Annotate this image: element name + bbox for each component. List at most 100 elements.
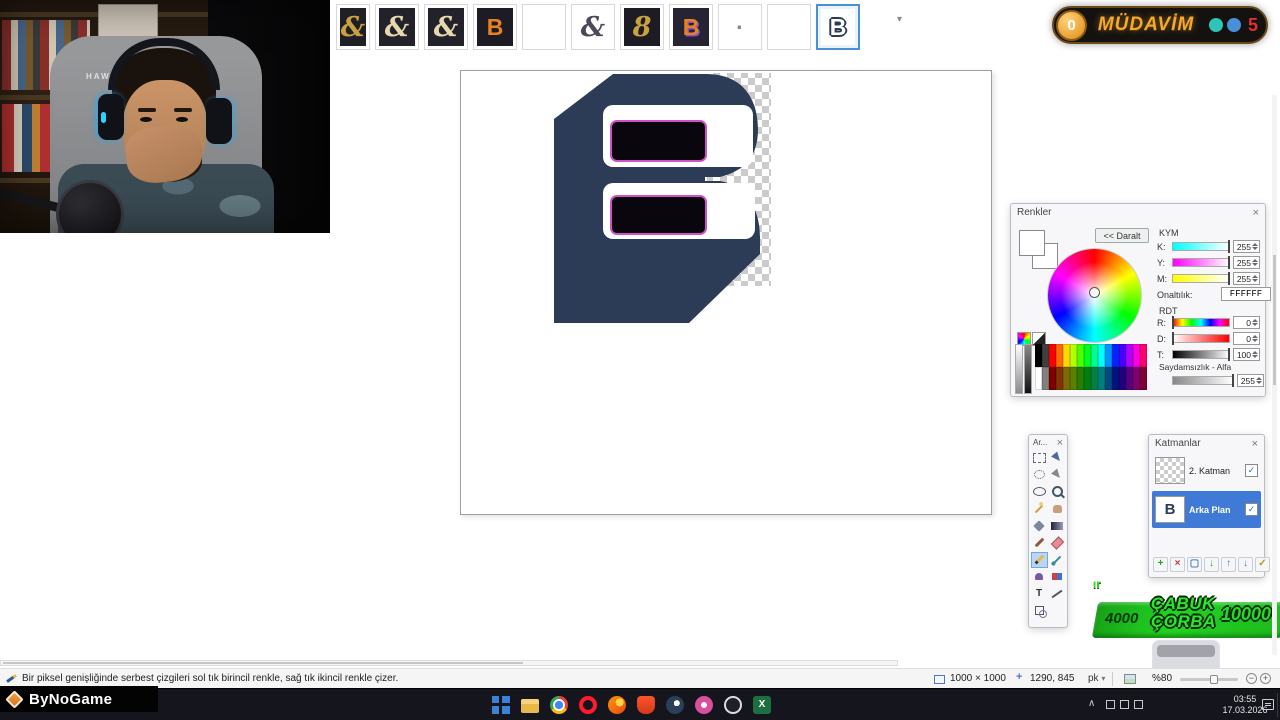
palette-swatch[interactable]	[1112, 344, 1119, 367]
layer-properties-button[interactable]: ✓	[1255, 557, 1270, 572]
image-thumbnail-clef-gold[interactable]: &	[336, 4, 370, 50]
tool-text[interactable]: T	[1031, 586, 1048, 602]
layer-visibility-checkbox[interactable]: ✓	[1245, 503, 1258, 516]
tool-shapes[interactable]	[1031, 603, 1048, 619]
horizontal-scrollbar[interactable]	[0, 660, 898, 666]
palette-swatch[interactable]	[1070, 344, 1077, 367]
tool-clone-stamp[interactable]	[1031, 569, 1048, 585]
close-icon[interactable]: ×	[1253, 207, 1259, 219]
tray-icon-1[interactable]	[1106, 700, 1115, 709]
hsv-slider-1[interactable]: D: 0	[1157, 332, 1260, 345]
tool-lasso-select[interactable]	[1031, 467, 1048, 483]
tool-ellipse-select[interactable]	[1031, 484, 1048, 500]
move-layer-up-button[interactable]: ↑	[1221, 557, 1236, 572]
tool-recolor[interactable]	[1049, 569, 1066, 585]
zoom-to-window-icon[interactable]	[1124, 674, 1136, 684]
drawing-canvas[interactable]	[460, 70, 992, 515]
image-thumbnail-clef-cream-2[interactable]: &	[424, 4, 468, 50]
image-thumbnail-blank-2[interactable]	[767, 4, 811, 50]
tool-color-picker[interactable]	[1049, 552, 1066, 568]
palette-swatch[interactable]	[1035, 344, 1042, 367]
taskbar-excel-icon[interactable]: X	[753, 696, 771, 714]
add-layer-button[interactable]: +	[1153, 557, 1168, 572]
tool-line-curve[interactable]	[1049, 586, 1066, 602]
image-thumbnail-double-ring[interactable]: 8	[620, 4, 664, 50]
tool-zoom[interactable]	[1049, 484, 1066, 500]
image-thumbnail-letter-b-orange[interactable]: B	[473, 4, 517, 50]
color-wheel[interactable]	[1047, 248, 1142, 343]
hex-input[interactable]	[1221, 287, 1271, 301]
layer-row-2-katman[interactable]: 2. Katman ✓	[1152, 452, 1261, 489]
palette-swatch[interactable]	[1119, 344, 1126, 367]
taskbar-brave-icon[interactable]	[637, 696, 655, 714]
zoom-slider-thumb[interactable]	[1210, 675, 1218, 684]
palette-swatch[interactable]	[1098, 367, 1105, 390]
image-thumbnail-mostly-blank[interactable]: ·	[718, 4, 762, 50]
palette-swatch[interactable]	[1042, 367, 1049, 390]
palette-swatch[interactable]	[1140, 344, 1147, 367]
rgb-slider-2[interactable]: M: 255	[1157, 272, 1260, 285]
tool-move-selection[interactable]	[1049, 467, 1066, 483]
palette-swatch[interactable]	[1084, 367, 1091, 390]
taskbar-opera-icon[interactable]	[579, 696, 597, 714]
tool-paintbrush[interactable]	[1031, 535, 1048, 551]
taskbar-steam-icon[interactable]	[666, 696, 684, 714]
collapse-button[interactable]: << Daralt	[1095, 228, 1149, 243]
zoom-slider[interactable]	[1180, 675, 1238, 684]
primary-color-swatch[interactable]	[1019, 230, 1045, 256]
taskbar-task-view-icon[interactable]	[492, 696, 510, 714]
palette-swatch[interactable]	[1063, 367, 1070, 390]
palette-swatch[interactable]	[1133, 344, 1140, 367]
image-thumbnail-letter-b-outline[interactable]: B	[816, 4, 860, 50]
duplicate-layer-button[interactable]: ▢	[1187, 557, 1202, 572]
close-icon[interactable]: ×	[1252, 438, 1258, 450]
hsv-slider-0[interactable]: R: 0	[1157, 316, 1260, 329]
palette-swatch[interactable]	[1049, 367, 1056, 390]
palette-swatch[interactable]	[1112, 367, 1119, 390]
palette-swatch[interactable]	[1105, 367, 1112, 390]
action-center-icon[interactable]	[1262, 699, 1274, 710]
taskbar-obs-icon[interactable]	[724, 696, 742, 714]
hsv-slider-2[interactable]: T: 100	[1157, 348, 1260, 361]
unit-dropdown[interactable]: pk ▾	[1088, 673, 1105, 684]
image-thumbnail-clef-cream[interactable]: &	[375, 4, 419, 50]
palette-swatch[interactable]	[1119, 367, 1126, 390]
show-desktop-button[interactable]	[1277, 693, 1278, 717]
tool-paint-bucket[interactable]	[1031, 518, 1048, 534]
taskbar-firefox-icon[interactable]	[608, 696, 626, 714]
tray-icon-3[interactable]	[1134, 700, 1143, 709]
palette-swatch[interactable]	[1133, 367, 1140, 390]
image-thumbnail-clef-outline[interactable]: &	[571, 4, 615, 50]
delete-layer-button[interactable]: ×	[1170, 557, 1185, 572]
palette-swatch[interactable]	[1056, 367, 1063, 390]
tool-eraser[interactable]	[1049, 535, 1066, 551]
taskbar-file-explorer-icon[interactable]	[521, 699, 539, 713]
palette-swatch[interactable]	[1105, 344, 1112, 367]
palette-swatch[interactable]	[1084, 344, 1091, 367]
tool-magic-wand[interactable]	[1031, 501, 1048, 517]
tool-pencil[interactable]	[1030, 551, 1048, 568]
palette-swatch[interactable]	[1091, 344, 1098, 367]
rgb-slider-0[interactable]: K: 255	[1157, 240, 1260, 253]
alpha-slider[interactable]: 255	[1157, 374, 1264, 387]
chevron-down-icon[interactable]: ▾	[897, 14, 902, 25]
tray-icon-2[interactable]	[1120, 700, 1129, 709]
taskbar-chrome-icon[interactable]	[550, 696, 568, 714]
palette-swatch[interactable]	[1042, 344, 1049, 367]
palette-swatch[interactable]	[1126, 344, 1133, 367]
palette-swatch[interactable]	[1140, 367, 1147, 390]
tray-expand-icon[interactable]: ∧	[1088, 698, 1095, 709]
zoom-out-icon[interactable]: −	[1246, 673, 1257, 684]
layer-visibility-checkbox[interactable]: ✓	[1245, 464, 1258, 477]
tool-move-selected-pixels[interactable]	[1049, 450, 1066, 466]
palette-swatch[interactable]	[1091, 367, 1098, 390]
image-thumbnail-blank[interactable]	[522, 4, 566, 50]
palette-swatch[interactable]	[1077, 367, 1084, 390]
vertical-scrollbar[interactable]	[1272, 95, 1277, 655]
shade-strip[interactable]	[1024, 344, 1032, 394]
palette-swatch[interactable]	[1077, 344, 1084, 367]
move-layer-down-button[interactable]: ↓	[1238, 557, 1253, 572]
image-thumbnail-letter-b-purple[interactable]: B	[669, 4, 713, 50]
tool-pan[interactable]	[1049, 501, 1066, 517]
layer-row-arka-plan[interactable]: B Arka Plan ✓	[1152, 491, 1261, 528]
